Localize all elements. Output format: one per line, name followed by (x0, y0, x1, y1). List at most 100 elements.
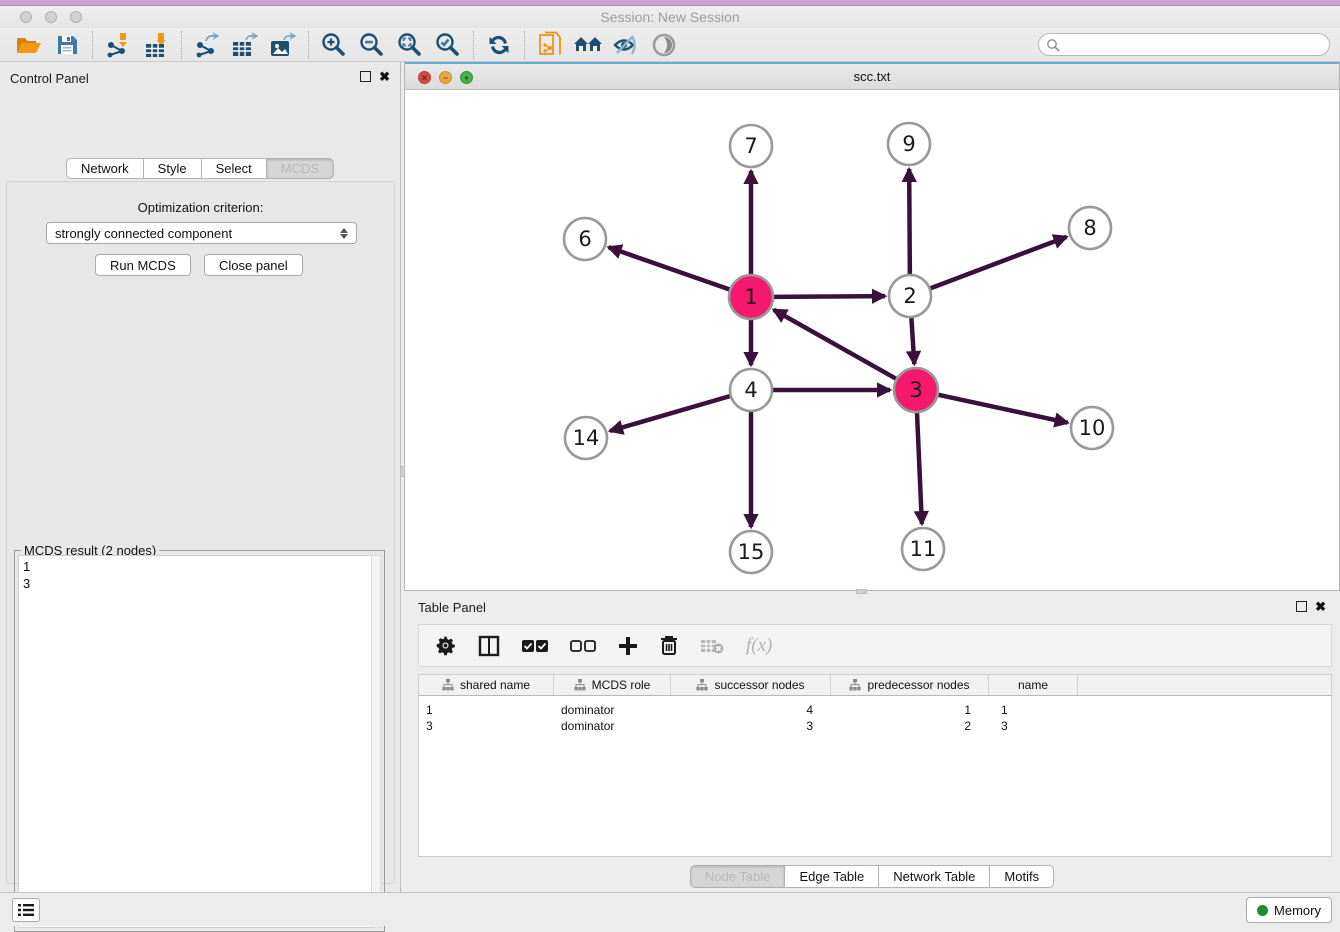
network-graph[interactable]: 7 9 6 8 1 2 4 3 14 10 15 11 (405, 90, 1339, 590)
table-cell[interactable]: 1 (419, 703, 554, 717)
search-icon (1046, 38, 1060, 52)
tab-network-table[interactable]: Network Table (879, 865, 990, 888)
column-header-predecessor-nodes[interactable]: predecessor nodes (831, 675, 989, 695)
graph-edge-2-8[interactable] (931, 237, 1067, 288)
run-mcds-button[interactable]: Run MCDS (95, 254, 191, 276)
result-scrollbar[interactable] (371, 555, 381, 928)
export-image-button[interactable] (264, 30, 302, 60)
graph-edge-3-10[interactable] (938, 395, 1067, 423)
refresh-layout-button[interactable] (480, 30, 518, 60)
close-panel-button[interactable]: Close panel (204, 254, 303, 276)
network-window-titlebar[interactable]: ✕ − + scc.txt (405, 64, 1339, 90)
table-settings-button[interactable] (435, 635, 456, 656)
delete-selected-button[interactable] (660, 635, 678, 656)
trash-icon (660, 635, 678, 656)
column-header-MCDS-role[interactable]: MCDS role (554, 675, 671, 695)
graph-edge-2-9[interactable] (909, 169, 910, 274)
table-cell[interactable]: 3 (989, 719, 1078, 733)
table-cell[interactable]: 3 (419, 719, 554, 733)
float-panel-icon[interactable] (360, 71, 371, 82)
export-network-button[interactable] (188, 30, 226, 60)
graph-edge-3-1[interactable] (774, 310, 896, 379)
close-table-panel-icon[interactable]: ✖ (1315, 601, 1326, 612)
column-header-shared-name[interactable]: shared name (419, 675, 554, 695)
first-neighbors-button[interactable] (569, 30, 607, 60)
table-cell[interactable]: 1 (989, 703, 1078, 717)
tab-style[interactable]: Style (144, 158, 202, 179)
list-icon (18, 903, 34, 917)
zoom-selected-button[interactable] (429, 30, 467, 60)
close-panel-icon[interactable]: ✖ (379, 71, 390, 82)
zoom-in-button[interactable] (315, 30, 353, 60)
export-table-button[interactable] (226, 30, 264, 60)
open-session-button[interactable] (10, 30, 48, 60)
graph-edge-1-2[interactable] (774, 296, 885, 297)
table-cell[interactable]: 4 (671, 703, 831, 717)
graph-node-2[interactable]: 2 (889, 275, 931, 317)
graph-edge-3-11[interactable] (917, 413, 922, 524)
function-builder-button[interactable]: f(x) (746, 635, 772, 657)
table-cell[interactable]: dominator (554, 703, 671, 717)
graph-node-8[interactable]: 8 (1069, 207, 1111, 249)
task-history-button[interactable] (12, 898, 40, 922)
table-row[interactable]: 1dominator411 (419, 702, 1331, 718)
add-row-button[interactable] (618, 636, 638, 656)
node-table[interactable]: shared name MCDS role successor nodes prede… (418, 674, 1332, 857)
zoom-out-button[interactable] (353, 30, 391, 60)
tab-network[interactable]: Network (66, 158, 144, 179)
memory-button[interactable]: Memory (1246, 897, 1332, 923)
graph-node-6[interactable]: 6 (564, 218, 606, 260)
graph-edge-4-14[interactable] (610, 396, 730, 431)
tab-edge-table[interactable]: Edge Table (785, 865, 879, 888)
tab-motifs[interactable]: Motifs (990, 865, 1054, 888)
column-label: successor nodes (714, 678, 804, 692)
graph-node-7[interactable]: 7 (730, 125, 772, 167)
table-cell[interactable]: 1 (831, 703, 989, 717)
clone-network-button[interactable] (531, 30, 569, 60)
network-canvas[interactable]: 7 9 6 8 1 2 4 3 14 10 15 11 (405, 90, 1339, 590)
float-table-panel-icon[interactable] (1296, 601, 1307, 612)
column-header-successor-nodes[interactable]: successor nodes (671, 675, 831, 695)
graph-node-11[interactable]: 11 (902, 528, 944, 570)
graph-node-4[interactable]: 4 (730, 369, 772, 411)
column-label: MCDS role (592, 678, 651, 692)
graph-node-3[interactable]: 3 (894, 368, 938, 412)
search-box[interactable] (1038, 33, 1330, 56)
destroy-table-button[interactable] (700, 638, 724, 654)
table-row[interactable]: 3dominator323 (419, 718, 1331, 734)
graph-edge-1-6[interactable] (609, 247, 730, 289)
select-all-button[interactable] (522, 639, 548, 653)
table-cell[interactable]: 3 (671, 719, 831, 733)
deselect-all-button[interactable] (570, 639, 596, 653)
graph-node-10[interactable]: 10 (1071, 407, 1113, 449)
tab-mcds[interactable]: MCDS (267, 158, 334, 179)
horizontal-splitter-handle[interactable] (856, 589, 867, 594)
graph-node-9[interactable]: 9 (888, 123, 930, 165)
table-tabs: Node Table Edge Table Network Table Moti… (404, 865, 1340, 888)
show-all-button[interactable] (645, 30, 683, 60)
import-table-button[interactable] (137, 30, 175, 60)
hide-selected-button[interactable] (607, 30, 645, 60)
tab-select[interactable]: Select (202, 158, 267, 179)
attribute-tree-icon (849, 679, 861, 691)
node-label: 10 (1079, 416, 1106, 440)
vertical-splitter-handle[interactable] (400, 466, 405, 477)
toolbar-separator (473, 31, 474, 59)
criterion-dropdown[interactable]: strongly connected component (46, 222, 357, 244)
show-columns-button[interactable] (478, 635, 500, 657)
graph-node-14[interactable]: 14 (565, 417, 607, 459)
tab-node-table[interactable]: Node Table (690, 865, 786, 888)
zoom-fit-button[interactable] (391, 30, 429, 60)
column-header-name[interactable]: name (989, 675, 1078, 695)
search-input[interactable] (1060, 36, 1329, 54)
import-network-button[interactable] (99, 30, 137, 60)
table-cell[interactable]: dominator (554, 719, 671, 733)
node-label: 6 (578, 227, 591, 251)
graph-node-15[interactable]: 15 (730, 531, 772, 573)
deselect-all-icon (570, 639, 596, 653)
mcds-result-text[interactable]: 1 3 (18, 555, 371, 928)
save-session-button[interactable] (48, 30, 86, 60)
table-cell[interactable]: 2 (831, 719, 989, 733)
graph-node-1[interactable]: 1 (729, 275, 773, 319)
graph-edge-2-3[interactable] (911, 318, 914, 364)
